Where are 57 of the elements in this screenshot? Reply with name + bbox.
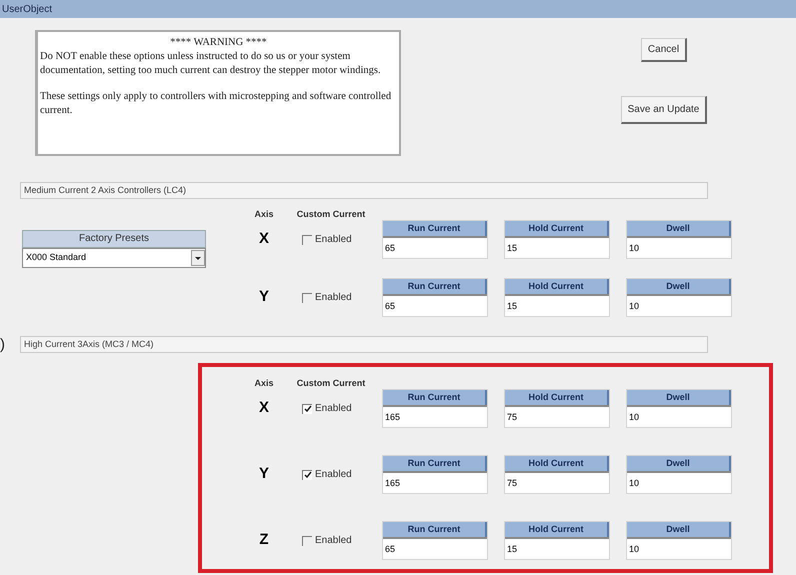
enabled-checkbox[interactable]: Enabled [284, 533, 378, 548]
axis-label: Y [258, 287, 270, 307]
custom-current-header: Custom Current [296, 377, 366, 389]
field-header: Hold Current [505, 390, 609, 405]
field-header: Run Current [383, 221, 487, 236]
field-header: Dwell [627, 279, 731, 294]
axis-label: X [258, 398, 270, 418]
input-field[interactable]: 75 [505, 471, 609, 493]
field-header: Hold Current [505, 221, 609, 236]
field-header: Dwell [627, 456, 731, 471]
field-header: Dwell [627, 390, 731, 405]
axis-label: Y [258, 464, 270, 484]
field-header: Dwell [627, 522, 731, 537]
field-header: Run Current [383, 522, 487, 537]
field-header: Hold Current [505, 522, 609, 537]
input-field[interactable]: 15 [505, 537, 609, 559]
input-field[interactable]: 65 [383, 294, 487, 316]
enabled-checkbox[interactable]: Enabled [284, 232, 378, 247]
input-field[interactable]: 75 [505, 405, 609, 427]
input-field[interactable]: 15 [505, 294, 609, 316]
window-title: UserObject [2, 2, 52, 16]
input-field[interactable]: 165 [383, 471, 487, 493]
warning-text: Do NOT enable these options unless instructed to do so us or your system documentation, setting too much current can destroy the stepper motor windings. [40, 50, 382, 78]
presets-dropdown[interactable]: X000 Standard [22, 248, 206, 268]
field-header: Run Current [383, 456, 487, 471]
input-field[interactable]: 10 [627, 294, 731, 316]
input-field[interactable]: 10 [627, 236, 731, 258]
checkmark-icon [304, 471, 312, 479]
axis-label: Z [258, 530, 270, 550]
warning-text: These settings only apply to controllers with microstepping and software controlled current. [40, 90, 392, 118]
field-header: Hold Current [505, 279, 609, 294]
custom-current-header: Custom Current [296, 208, 366, 220]
edge-text: ) [0, 335, 5, 355]
axis-header: Axis [253, 377, 274, 389]
input-field[interactable]: 10 [627, 537, 731, 559]
warning-heading: **** WARNING **** [169, 36, 268, 50]
axis-header: Axis [253, 208, 274, 220]
cancel-button[interactable]: Cancel [640, 38, 688, 62]
save-button[interactable]: Save an Update [620, 96, 708, 124]
input-field[interactable]: 65 [383, 537, 487, 559]
enabled-checkbox[interactable]: Enabled [284, 290, 378, 305]
enabled-checkbox[interactable]: Enabled [284, 467, 378, 482]
field-header: Run Current [383, 390, 487, 405]
input-field[interactable]: 65 [383, 236, 487, 258]
input-field[interactable]: 10 [627, 471, 731, 493]
section-title-bar: Medium Current 2 Axis Controllers (LC4) [20, 182, 708, 199]
field-header: Run Current [383, 279, 487, 294]
axis-label: X [258, 229, 270, 249]
checkmark-icon [304, 405, 312, 413]
field-header: Dwell [627, 221, 731, 236]
input-field[interactable]: 15 [505, 236, 609, 258]
enabled-checkbox[interactable]: Enabled [284, 401, 378, 416]
field-header: Hold Current [505, 456, 609, 471]
input-field[interactable]: 10 [627, 405, 731, 427]
input-field[interactable]: 165 [383, 405, 487, 427]
section-title-bar: High Current 3Axis (MC3 / MC4) [20, 336, 708, 353]
presets-header: Factory Presets [22, 230, 206, 248]
